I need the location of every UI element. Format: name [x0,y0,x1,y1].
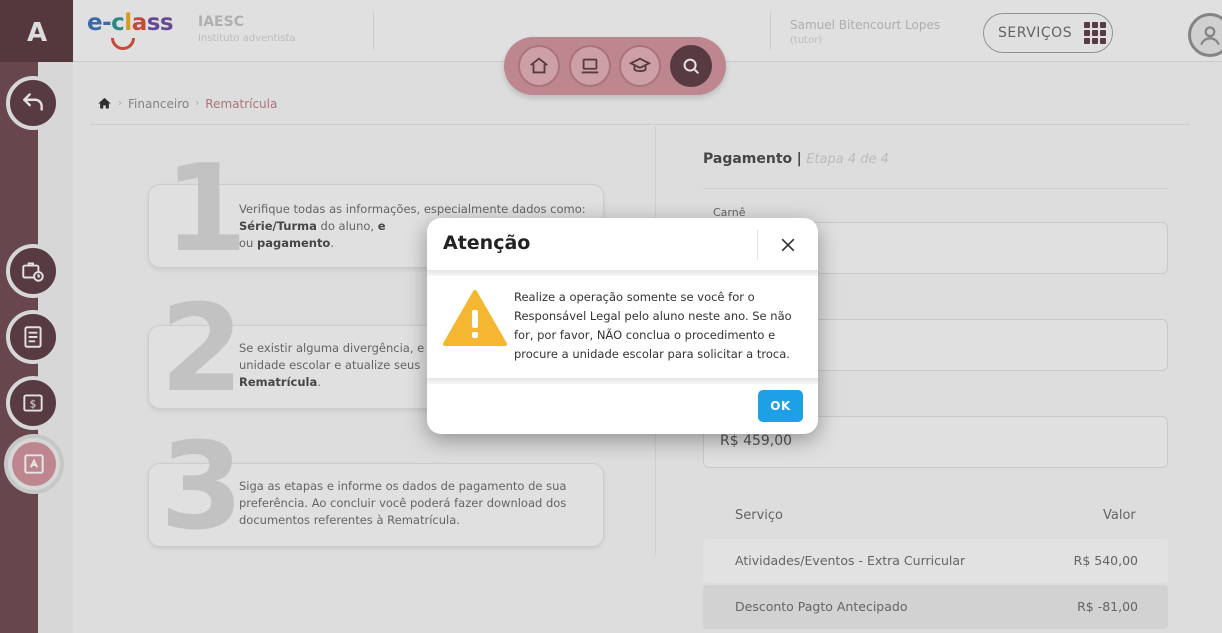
modal-close-button[interactable] [773,230,803,260]
modal-footer-band [427,378,818,384]
modal-body: Realize a operação somente se você for o… [427,276,818,378]
modal-message: Realize a operação somente se você for o… [514,290,792,361]
modal-header-divider [757,230,758,260]
warning-icon [443,290,507,346]
close-icon [781,238,795,252]
attention-modal: Atenção Realize a operação somente se vo… [427,218,818,434]
modal-header: Atenção [427,218,818,270]
ok-button[interactable]: OK [758,390,803,422]
modal-title: Atenção [443,232,531,254]
